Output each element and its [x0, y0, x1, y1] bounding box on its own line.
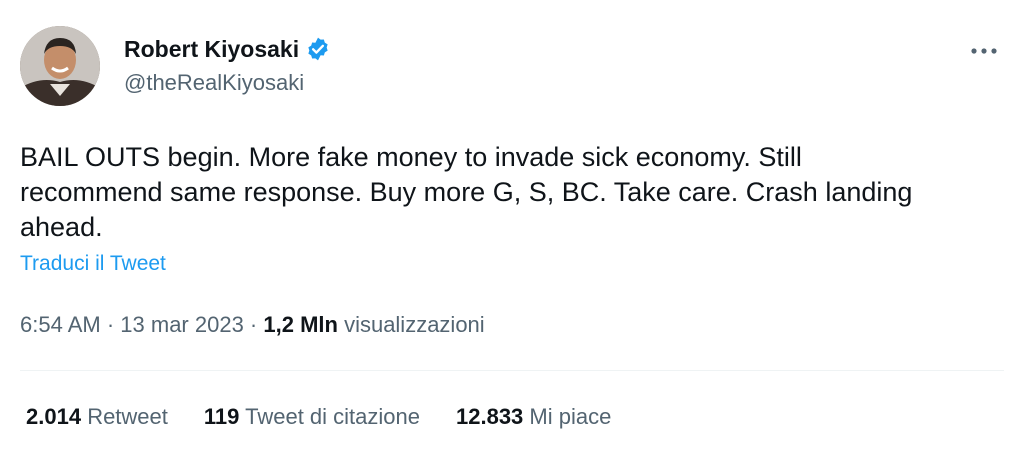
handle[interactable]: @theRealKiyosaki: [124, 68, 331, 98]
views-count: 1,2 Mln: [263, 312, 338, 337]
likes-count: 12.833: [456, 404, 524, 429]
more-options-icon[interactable]: [964, 36, 1004, 66]
divider: [20, 370, 1004, 371]
retweets-stat[interactable]: 2.014 Retweet: [26, 402, 168, 432]
display-name[interactable]: Robert Kiyosaki: [124, 34, 299, 64]
quotes-label: Tweet di citazione: [245, 404, 420, 429]
tweet-date[interactable]: 13 mar 2023: [120, 312, 244, 337]
engagement-stats: 2.014 Retweet 119 Tweet di citazione 12.…: [26, 402, 647, 432]
meta-separator: ·: [100, 312, 121, 337]
retweets-label: Retweet: [87, 404, 168, 429]
quotes-count: 119: [203, 404, 240, 429]
likes-label: Mi piace: [529, 404, 612, 429]
avatar[interactable]: [20, 26, 100, 106]
tweet-meta: 6:54 AM · 13 mar 2023 · 1,2 Mln visualiz…: [20, 310, 485, 340]
views-label: visualizzazioni: [337, 312, 485, 337]
likes-stat[interactable]: 12.833 Mi piace: [456, 402, 611, 432]
author-names: Robert Kiyosaki @theRealKiyosaki: [124, 34, 331, 98]
tweet-time[interactable]: 6:54 AM: [20, 312, 101, 337]
meta-separator: ·: [243, 312, 264, 337]
verified-badge-icon: [305, 36, 331, 62]
quotes-stat[interactable]: 119 Tweet di citazione: [204, 402, 420, 432]
translate-tweet-link[interactable]: Traduci il Tweet: [20, 252, 166, 276]
retweets-count: 2.014: [26, 404, 82, 429]
tweet-header: Robert Kiyosaki @theRealKiyosaki: [20, 26, 1004, 110]
display-name-row: Robert Kiyosaki: [124, 34, 331, 64]
tweet-text: BAIL OUTS begin. More fake money to inva…: [20, 142, 913, 242]
